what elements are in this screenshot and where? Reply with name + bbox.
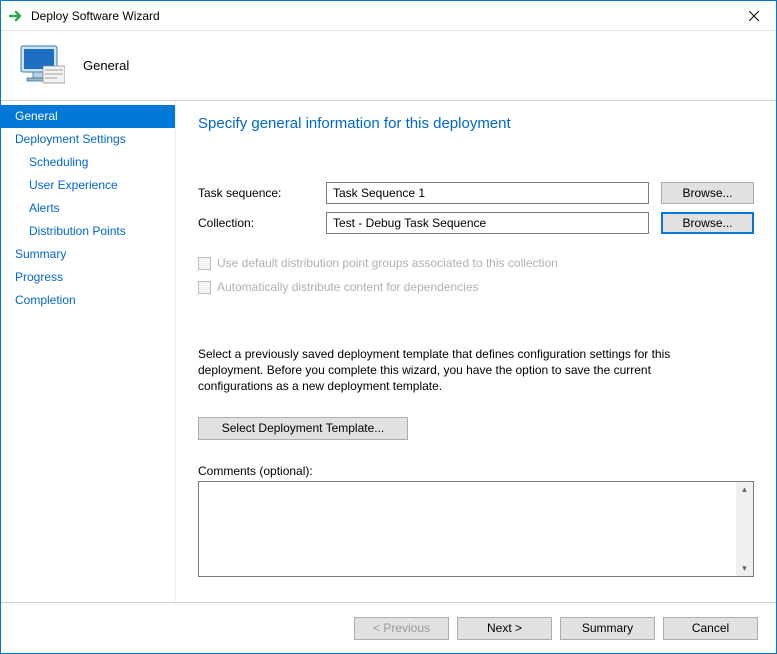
browse-task-sequence-button[interactable]: Browse... <box>661 182 754 204</box>
collection-label: Collection: <box>198 216 326 230</box>
task-sequence-row: Task sequence: Task Sequence 1 Browse... <box>198 182 754 204</box>
sidebar-item-label: Summary <box>15 247 66 261</box>
checkbox-default-dp: Use default distribution point groups as… <box>198 256 754 270</box>
comments-wrap: ▴ ▾ <box>198 481 754 577</box>
collection-input[interactable]: Test - Debug Task Sequence <box>326 212 649 234</box>
page-heading: Specify general information for this dep… <box>198 115 754 132</box>
sidebar-item-general[interactable]: General <box>1 105 175 128</box>
comments-textarea[interactable] <box>199 482 736 576</box>
collection-row: Collection: Test - Debug Task Sequence B… <box>198 212 754 234</box>
sidebar-item-distribution-points[interactable]: Distribution Points <box>1 220 175 243</box>
cancel-button[interactable]: Cancel <box>663 617 758 640</box>
window-title: Deploy Software Wizard <box>31 9 731 23</box>
checkbox-label: Automatically distribute content for dep… <box>217 280 479 294</box>
checkbox-auto-distribute: Automatically distribute content for dep… <box>198 280 754 294</box>
titlebar: Deploy Software Wizard <box>1 1 776 31</box>
scroll-down-icon: ▾ <box>742 563 747 574</box>
wizard-window: Deploy Software Wizard General <box>0 0 777 654</box>
checkbox-icon <box>198 281 211 294</box>
sidebar-item-completion[interactable]: Completion <box>1 289 175 312</box>
checkbox-label: Use default distribution point groups as… <box>217 256 558 270</box>
header-title: General <box>83 58 129 73</box>
task-sequence-input[interactable]: Task Sequence 1 <box>326 182 649 204</box>
content-pane: Specify general information for this dep… <box>176 101 776 602</box>
checkbox-icon <box>198 257 211 270</box>
sidebar-item-label: Scheduling <box>29 155 88 169</box>
sidebar-item-progress[interactable]: Progress <box>1 266 175 289</box>
sidebar-item-user-experience[interactable]: User Experience <box>1 174 175 197</box>
previous-button[interactable]: < Previous <box>354 617 449 640</box>
scroll-up-icon: ▴ <box>742 484 747 495</box>
next-button[interactable]: Next > <box>457 617 552 640</box>
wizard-footer: < Previous Next > Summary Cancel <box>1 603 776 653</box>
sidebar: General Deployment Settings Scheduling U… <box>1 101 176 602</box>
wizard-body: General Deployment Settings Scheduling U… <box>1 101 776 603</box>
sidebar-item-deployment-settings[interactable]: Deployment Settings <box>1 128 175 151</box>
sidebar-item-scheduling[interactable]: Scheduling <box>1 151 175 174</box>
sidebar-item-label: Progress <box>15 270 63 284</box>
sidebar-item-label: Distribution Points <box>29 224 126 238</box>
wizard-header: General <box>1 31 776 101</box>
scrollbar[interactable]: ▴ ▾ <box>736 482 753 576</box>
close-button[interactable] <box>731 1 776 30</box>
select-deployment-template-button[interactable]: Select Deployment Template... <box>198 417 408 440</box>
sidebar-item-label: User Experience <box>29 178 118 192</box>
app-icon <box>9 8 25 24</box>
sidebar-item-label: Completion <box>15 293 76 307</box>
sidebar-item-alerts[interactable]: Alerts <box>1 197 175 220</box>
sidebar-item-label: General <box>15 109 58 123</box>
sidebar-item-label: Deployment Settings <box>15 132 126 146</box>
sidebar-item-label: Alerts <box>29 201 60 215</box>
comments-label: Comments (optional): <box>198 464 754 478</box>
sidebar-item-summary[interactable]: Summary <box>1 243 175 266</box>
task-sequence-label: Task sequence: <box>198 186 326 200</box>
help-text: Select a previously saved deployment tem… <box>198 346 708 395</box>
browse-collection-button[interactable]: Browse... <box>661 212 754 234</box>
monitor-icon <box>15 42 65 90</box>
summary-button[interactable]: Summary <box>560 617 655 640</box>
